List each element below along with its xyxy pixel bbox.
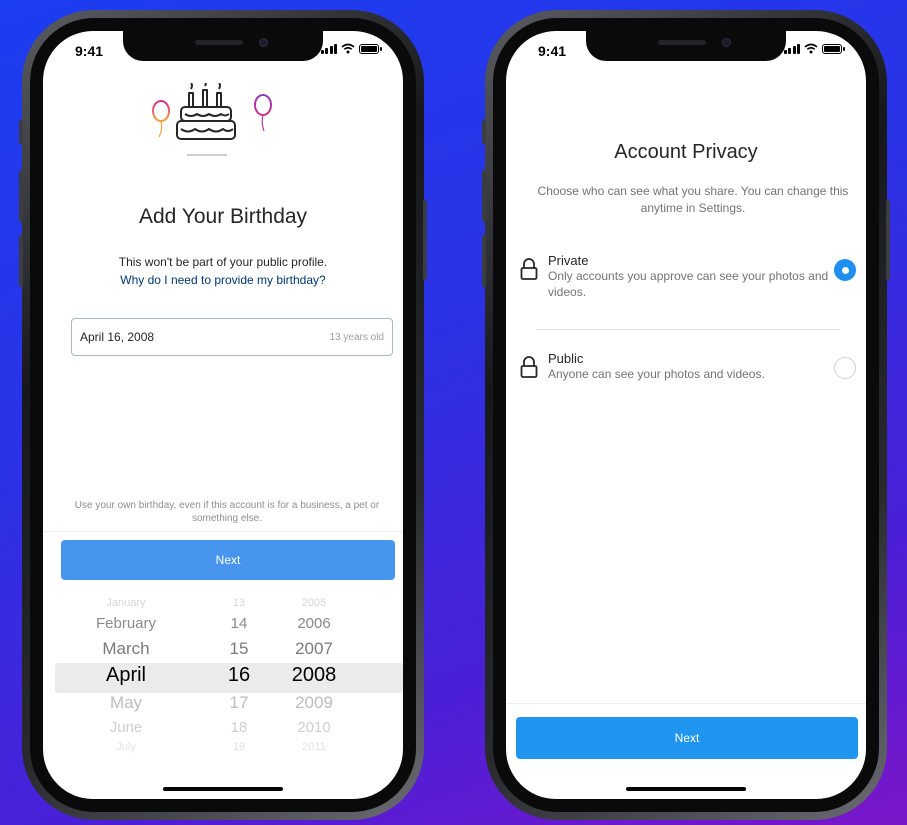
lock-icon [520,258,538,280]
date-picker[interactable]: January 13 2005 February 14 2006 March 15 2007 Ap… [43,597,403,763]
picker-month: July [116,741,136,753]
picker-year: 2008 [291,664,337,686]
volume-down-button [482,235,486,287]
birthday-value: April 16, 2008 [80,330,155,344]
divider [43,531,403,532]
picker-year: 2009 [295,693,333,712]
option-title: Private [548,253,589,268]
subtitle: This won't be part of your public profil… [118,255,328,269]
next-button[interactable]: Next [61,540,395,580]
lock-icon [520,356,538,378]
home-indicator[interactable] [626,787,746,791]
balloon-icon [254,94,272,116]
status-time: 9:41 [75,43,104,59]
volume-up-button [482,170,486,222]
home-indicator[interactable] [163,787,283,791]
picker-year: 2011 [302,741,326,753]
option-description: Anyone can see your photos and videos. [548,367,765,381]
divider [506,703,866,704]
picker-month: March [102,639,150,658]
option-public[interactable]: Public Anyone can see your photos and vi… [520,351,856,382]
next-button[interactable]: Next [516,717,858,759]
status-time: 9:41 [538,43,567,59]
picker-month: June [109,719,143,736]
signal-icon [783,43,800,54]
picker-day: 17 [229,693,249,712]
picker-day: 16 [227,664,251,686]
page-title: Add Your Birthday [138,205,308,228]
option-description: Only accounts you approve can see your p… [548,269,829,299]
status-icons [320,43,382,54]
power-button [423,200,427,280]
volume-up-button [19,170,23,222]
why-birthday-link[interactable]: Why do I need to provide my birthday? [43,273,403,287]
account-privacy-screen: 9:41 Account Privacy Choose who can see … [506,31,866,799]
birthday-note: Use your own birthday, even if this acco… [74,500,380,524]
age-label: 13 years old [329,331,384,343]
picker-row[interactable]: January 13 2005 [43,597,403,609]
picker-month: April [105,664,146,686]
picker-row[interactable]: July 19 2011 [43,741,403,753]
picker-year: 2007 [295,639,333,658]
mute-switch [19,120,23,144]
power-button [886,200,890,280]
picker-row[interactable]: June 18 2010 [43,719,403,736]
private-radio[interactable] [834,259,856,281]
picker-row-selected[interactable]: April 16 2008 [43,664,403,687]
phone-frame-right: 9:41 Account Privacy Choose who can see … [482,10,890,820]
picker-day: 19 [232,741,246,753]
picker-day: 14 [230,615,248,632]
picker-month: January [106,597,146,609]
status-icons [783,43,845,54]
picker-day: 13 [232,597,246,609]
wifi-icon [341,43,355,54]
birthday-field[interactable]: April 16, 2008 13 years old [71,318,393,356]
battery-icon [822,43,845,54]
wifi-icon [804,43,818,54]
notch [586,31,786,61]
notch [123,31,323,61]
picker-day: 15 [229,639,249,658]
picker-year: 2010 [297,719,331,736]
balloon-icon [152,100,170,122]
mute-switch [482,120,486,144]
picker-row[interactable]: March 15 2007 [43,639,403,659]
battery-icon [359,43,382,54]
option-title: Public [548,351,584,366]
divider [536,329,840,330]
bezel: 9:41 Account Privacy Choose who can see … [493,18,879,812]
birthday-cake-icon [152,83,272,156]
picker-row[interactable]: May 17 2009 [43,693,403,713]
public-radio[interactable] [834,357,856,379]
option-private[interactable]: Private Only accounts you approve can se… [520,253,856,300]
bezel: 9:41 Add Your Birthday This won't be par… [30,18,416,812]
birthday-screen: 9:41 Add Your Birthday This won't be par… [43,31,403,799]
picker-day: 18 [230,719,248,736]
page-title: Account Privacy [614,141,758,163]
phone-frame-left: 9:41 Add Your Birthday This won't be par… [19,10,427,820]
picker-year: 2005 [301,597,327,609]
picker-row[interactable]: February 14 2006 [43,615,403,632]
volume-down-button [19,235,23,287]
signal-icon [320,43,337,54]
picker-year: 2006 [297,615,331,632]
privacy-description: Choose who can see what you share. You c… [537,184,849,215]
picker-month: February [95,615,157,632]
picker-month: May [109,693,143,712]
